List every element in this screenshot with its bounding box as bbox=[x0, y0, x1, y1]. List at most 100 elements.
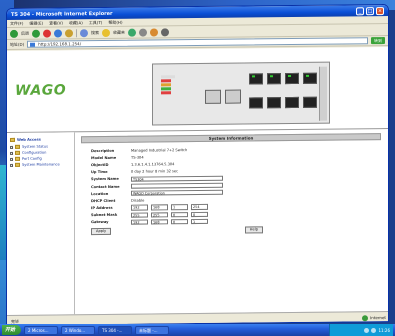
ip-octet-input[interactable]: 192 bbox=[131, 204, 148, 211]
system-tray: 11:26 bbox=[329, 324, 393, 336]
menu-file[interactable]: 文件(F) bbox=[10, 20, 23, 26]
folder-icon bbox=[15, 144, 20, 149]
ip-octet-input[interactable]: 1 bbox=[171, 204, 188, 211]
device-side-label bbox=[319, 66, 327, 121]
back-icon[interactable] bbox=[10, 29, 18, 38]
subnet-octet-input[interactable]: 0 bbox=[171, 211, 188, 218]
clock: 11:26 bbox=[378, 327, 390, 333]
subnet-octet-input[interactable]: 255 bbox=[151, 211, 168, 218]
location-input[interactable]: WAGO Corporation bbox=[131, 189, 223, 197]
sfp-port[interactable] bbox=[225, 89, 241, 104]
menu-edit[interactable]: 编辑(E) bbox=[29, 20, 43, 26]
dhcp-value: Disable bbox=[131, 198, 145, 203]
refresh-icon[interactable] bbox=[54, 28, 62, 38]
led-indicator bbox=[161, 79, 171, 83]
mail-icon[interactable] bbox=[150, 27, 158, 36]
menu-tools[interactable]: 工具(T) bbox=[89, 19, 103, 25]
led-indicator bbox=[161, 75, 175, 79]
menu-favorites[interactable]: 收藏(A) bbox=[69, 20, 83, 26]
form-buttons: Apply Help bbox=[77, 224, 267, 236]
contact-name-input[interactable] bbox=[131, 182, 223, 189]
ethernet-port[interactable] bbox=[267, 97, 281, 109]
search-label[interactable]: 搜索 bbox=[91, 30, 99, 36]
sfp-port[interactable] bbox=[205, 89, 221, 104]
expand-icon[interactable]: + bbox=[10, 151, 14, 155]
taskbar-item[interactable]: 未标题 -... bbox=[135, 325, 170, 335]
start-button[interactable]: 开始 bbox=[2, 325, 22, 335]
folder-icon bbox=[15, 162, 20, 167]
field-label: Contact Name bbox=[91, 184, 120, 189]
close-button[interactable]: × bbox=[376, 6, 384, 15]
subnet-octet-input[interactable]: 255 bbox=[131, 212, 148, 218]
gateway-octet-input[interactable]: 168 bbox=[151, 219, 168, 225]
search-icon[interactable] bbox=[80, 28, 88, 37]
stop-icon[interactable] bbox=[43, 29, 51, 38]
history-icon[interactable] bbox=[139, 28, 147, 37]
menu-help[interactable]: 帮助(H) bbox=[108, 19, 122, 25]
zone-label: Internet bbox=[370, 315, 386, 321]
field-label: System Name bbox=[91, 177, 119, 182]
page-content: WAGO Web Access + System Status + Config… bbox=[7, 46, 389, 315]
help-button[interactable]: Help bbox=[244, 226, 263, 234]
subnet-octet-input[interactable]: 0 bbox=[191, 211, 208, 218]
sidebar-tree: Web Access + System Status + Configurati… bbox=[7, 132, 75, 315]
info-label: Up Time bbox=[91, 170, 108, 175]
field-label: Location bbox=[91, 191, 109, 196]
taskbar-item[interactable]: 2 Micros... bbox=[24, 325, 59, 335]
favorites-label[interactable]: 收藏夹 bbox=[113, 29, 125, 35]
menu-view[interactable]: 查看(V) bbox=[49, 20, 63, 26]
favorites-icon[interactable] bbox=[102, 28, 110, 37]
system-name-input[interactable]: TS304 bbox=[131, 175, 223, 182]
folder-icon bbox=[15, 156, 20, 161]
ethernet-port[interactable] bbox=[249, 97, 263, 109]
expand-icon[interactable]: + bbox=[10, 145, 14, 149]
ethernet-port[interactable] bbox=[249, 73, 263, 85]
dhcp-label: DHCP Client bbox=[91, 198, 116, 204]
ethernet-port[interactable] bbox=[267, 73, 281, 85]
sidebar-item-label: System Status bbox=[22, 144, 48, 149]
back-label[interactable]: 后退 bbox=[21, 30, 29, 36]
taskbar-item-active[interactable]: TS 304 -... bbox=[98, 325, 133, 335]
print-icon[interactable] bbox=[161, 27, 169, 36]
taskbar: 开始 2 Micros... 2 Windo... TS 304 -... 未标… bbox=[0, 324, 395, 336]
ip-octet-input[interactable]: 254 bbox=[191, 204, 208, 210]
sidebar-item-label: Configuration bbox=[22, 150, 47, 155]
sidebar-item-system-maintenance[interactable]: + System Maintenance bbox=[10, 161, 71, 168]
taskbar-item[interactable]: 2 Windo... bbox=[61, 325, 96, 335]
switch-device-image bbox=[152, 61, 330, 126]
address-input[interactable]: http://192.168.1.254/ bbox=[27, 37, 368, 48]
ethernet-port[interactable] bbox=[285, 96, 299, 109]
security-zone: Internet bbox=[362, 314, 386, 321]
tree-root[interactable]: Web Access bbox=[10, 136, 71, 143]
sidebar-item-label: System Maintenance bbox=[22, 162, 60, 167]
info-value: Managed Industrial 7+2 Switch bbox=[131, 147, 188, 153]
folder-icon bbox=[15, 150, 20, 155]
field-label: Gateway bbox=[91, 220, 109, 225]
ethernet-port[interactable] bbox=[303, 72, 317, 84]
ethernet-port[interactable] bbox=[285, 72, 299, 85]
tray-icon[interactable] bbox=[364, 327, 370, 333]
led-indicator bbox=[161, 87, 171, 91]
tray-icon[interactable] bbox=[371, 327, 377, 333]
info-label: Model Name bbox=[91, 155, 117, 160]
gateway-octet-input[interactable]: 1 bbox=[191, 218, 208, 225]
media-icon[interactable] bbox=[128, 28, 136, 37]
home-icon[interactable] bbox=[65, 28, 73, 37]
ip-octet-input[interactable]: 168 bbox=[151, 204, 168, 211]
apply-button[interactable]: Apply bbox=[91, 227, 112, 236]
gateway-octet-input[interactable]: 192 bbox=[131, 219, 148, 225]
maximize-button[interactable]: □ bbox=[366, 6, 374, 15]
info-label: Description bbox=[91, 148, 115, 153]
go-button[interactable]: 转到 bbox=[371, 37, 385, 45]
info-label: ObjectID bbox=[91, 162, 109, 168]
sidebar-item-label: Port Config bbox=[22, 156, 42, 161]
expand-icon[interactable]: + bbox=[10, 163, 14, 167]
gateway-octet-input[interactable]: 0 bbox=[171, 218, 188, 225]
info-value: 1.3.6.1.4.1.13764.5.304 bbox=[131, 162, 175, 167]
ethernet-port[interactable] bbox=[303, 96, 317, 108]
address-label: 地址(D) bbox=[10, 41, 25, 47]
expand-icon[interactable]: + bbox=[10, 157, 14, 161]
minimize-button[interactable]: _ bbox=[356, 6, 364, 15]
wago-logo: WAGO bbox=[15, 82, 67, 99]
forward-icon[interactable] bbox=[32, 29, 40, 38]
